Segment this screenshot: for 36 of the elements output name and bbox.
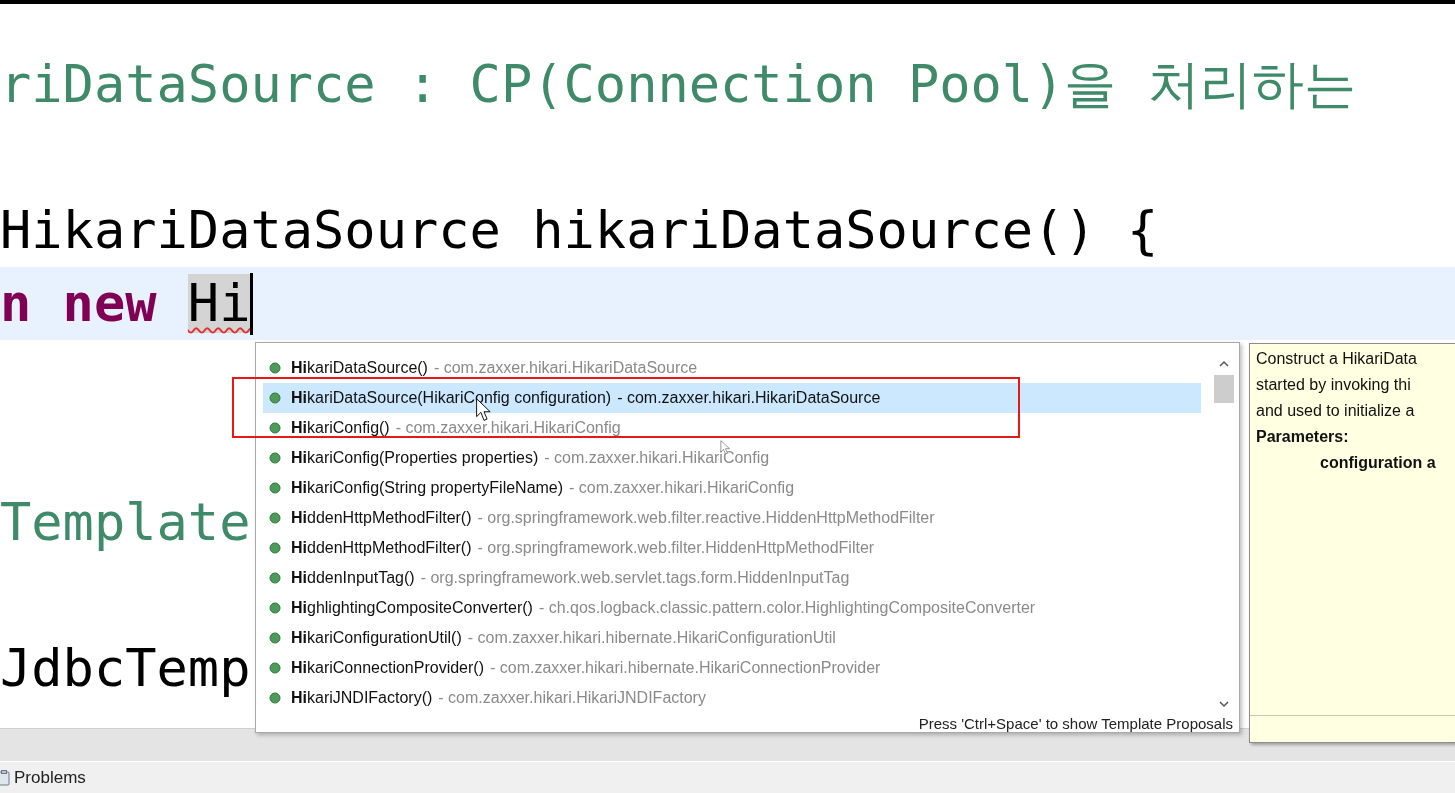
proposal-qualifier: - ch.qos.logback.classic.pattern.color.HighlightingCompositeConverter bbox=[538, 599, 1036, 617]
proposal-label: HiddenHttpMethodFilter() bbox=[291, 509, 472, 527]
proposal-label: HiddenHttpMethodFilter() bbox=[291, 539, 472, 557]
doc-text: started by invoking thi bbox=[1256, 375, 1412, 395]
proposal-qualifier: - com.zaxxer.hikari.HikariConfig bbox=[544, 449, 770, 467]
typed-text: Hi bbox=[187, 273, 251, 334]
code-text: JdbcTemp bbox=[0, 638, 251, 699]
code-keyword: n new bbox=[0, 273, 158, 334]
proposal-qualifier: - com.zaxxer.hikari.HikariConfig bbox=[569, 479, 795, 497]
proposal-label: HikariConfig() bbox=[291, 419, 390, 437]
code-text: HikariDataSource hikariDataSource() { bbox=[0, 200, 1159, 261]
doc-heading: Parameters: bbox=[1256, 427, 1350, 447]
proposal-label: HikariConfig(String propertyFileName) bbox=[291, 479, 564, 497]
proposal-label: HikariDataSource(HikariConfig configuration) bbox=[291, 389, 612, 407]
proposal-label: HikariJNDIFactory() bbox=[291, 689, 433, 707]
proposal-qualifier: - com.zaxxer.hikari.HikariJNDIFactory bbox=[438, 689, 706, 707]
proposal-label: HikariDataSource() bbox=[291, 359, 428, 377]
proposal-label: HiddenInputTag() bbox=[291, 569, 415, 587]
proposal-label: HighlightingCompositeConverter() bbox=[291, 599, 533, 617]
doc-parameter: configuration a bbox=[1319, 453, 1437, 473]
proposal-qualifier: - com.zaxxer.hikari.HikariDataSource bbox=[433, 359, 698, 377]
proposal-label: HikariConnectionProvider() bbox=[291, 659, 484, 677]
code-comment: riDataSource : CP(Connection Pool)을 처리하는 bbox=[0, 54, 1356, 115]
proposal-qualifier: - org.springframework.web.filter.reactive.HiddenHttpMethodFilter bbox=[477, 509, 935, 527]
proposal-qualifier: - com.zaxxer.hikari.hibernate.HikariConnectionProvider bbox=[489, 659, 881, 677]
proposal-qualifier: - org.springframework.web.servlet.tags.form.HiddenInputTag bbox=[420, 569, 850, 587]
code-comment: Template bbox=[0, 492, 251, 553]
doc-text: Construct a HikariData bbox=[1256, 349, 1418, 369]
proposal-qualifier: - com.zaxxer.hikari.HikariConfig bbox=[395, 419, 621, 437]
proposal-label: HikariConfigurationUtil() bbox=[291, 629, 462, 647]
proposal-qualifier: - com.zaxxer.hikari.HikariDataSource bbox=[617, 389, 881, 407]
popup-hint: Press 'Ctrl+Space' to show Template Proposals bbox=[918, 715, 1234, 732]
doc-text: and used to initialize a bbox=[1256, 401, 1416, 421]
proposal-label: HikariConfig(Properties properties) bbox=[291, 449, 539, 467]
proposal-qualifier: - com.zaxxer.hikari.hibernate.HikariConfigurationUtil bbox=[467, 629, 836, 647]
proposal-qualifier: - org.springframework.web.filter.HiddenHttpMethodFilter bbox=[477, 539, 875, 557]
